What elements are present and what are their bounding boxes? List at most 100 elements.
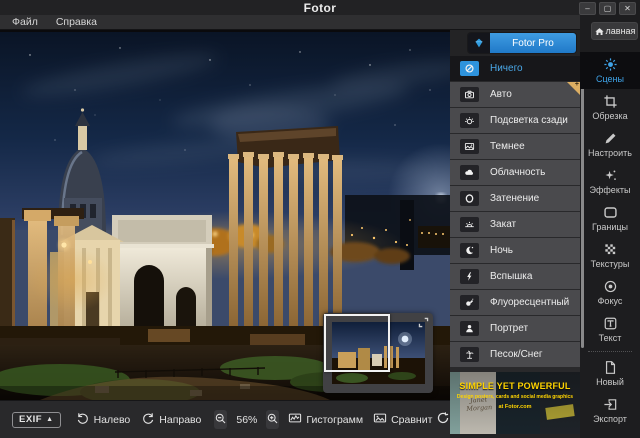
darker-icon bbox=[460, 139, 479, 154]
compare-button[interactable]: Сравнит bbox=[373, 411, 432, 428]
scene-label: Флуоресцентный bbox=[490, 297, 569, 308]
fluorescent-icon bbox=[460, 295, 479, 310]
navigator-resize-icon[interactable] bbox=[417, 316, 430, 329]
borders-icon bbox=[603, 205, 618, 220]
scenes-icon bbox=[603, 57, 618, 72]
text-icon bbox=[603, 316, 618, 331]
home-button[interactable]: лавная bbox=[591, 22, 638, 40]
camera-icon bbox=[460, 87, 479, 102]
tool-item[interactable]: Обрезка bbox=[580, 89, 640, 126]
ad-subline: Design posters, cards and social media g… bbox=[450, 394, 580, 400]
sand-snow-icon bbox=[460, 347, 479, 362]
menu-file[interactable]: Файл bbox=[12, 16, 38, 28]
pro-diamond-icon bbox=[468, 33, 490, 53]
zoom-out-button[interactable] bbox=[214, 410, 227, 429]
tool-label: Настроить bbox=[588, 148, 632, 158]
compare-label: Сравнит bbox=[391, 414, 432, 426]
scene-item[interactable]: Авто+ bbox=[450, 82, 580, 107]
rotate-right-icon bbox=[141, 411, 155, 428]
home-icon bbox=[594, 26, 605, 37]
tool-item[interactable]: Настроить bbox=[580, 126, 640, 163]
portrait-icon bbox=[460, 321, 479, 336]
exif-label: EXIF bbox=[19, 414, 42, 425]
scene-item[interactable]: Облачность bbox=[450, 160, 580, 185]
scene-item[interactable]: Темнее bbox=[450, 134, 580, 159]
scene-label: Портрет bbox=[490, 323, 528, 334]
scene-item[interactable]: Портрет bbox=[450, 316, 580, 341]
fotor-window: Fotor – ▢ ✕ Файл Справка bbox=[0, 0, 640, 438]
scene-item[interactable]: Ничего bbox=[450, 56, 580, 81]
tool-item[interactable]: Текстуры bbox=[580, 237, 640, 274]
tool-item[interactable]: Границы bbox=[580, 200, 640, 237]
pro-row: Fotor Pro bbox=[450, 30, 580, 56]
tool-item[interactable]: Эффекты bbox=[580, 163, 640, 200]
window-controls: – ▢ ✕ bbox=[579, 2, 636, 15]
export-icon bbox=[603, 397, 618, 412]
tool-list: Сцены Обрезка Настроить Эффекты Границы Текст… bbox=[580, 52, 640, 429]
tool-label: Фокус bbox=[598, 296, 623, 306]
ad-site: at Fotor.com bbox=[450, 404, 580, 410]
navigator-panel[interactable] bbox=[323, 313, 433, 393]
menu-bar: Файл Справка bbox=[0, 15, 580, 30]
tool-item[interactable]: Новый bbox=[580, 355, 640, 392]
scene-label: Облачность bbox=[490, 167, 545, 178]
tool-item[interactable]: Текст bbox=[580, 311, 640, 348]
minimize-button[interactable]: – bbox=[579, 2, 596, 15]
tool-item[interactable]: Экспорт bbox=[580, 392, 640, 429]
textures-icon bbox=[603, 242, 618, 257]
crop-icon bbox=[603, 94, 618, 109]
night-icon bbox=[460, 243, 479, 258]
tool-item[interactable]: Фокус bbox=[580, 274, 640, 311]
rotate-left-button[interactable]: Налево bbox=[76, 411, 131, 428]
cloudy-icon bbox=[460, 165, 479, 180]
scene-label: Ничего bbox=[490, 63, 523, 74]
tool-label: Границы bbox=[592, 222, 628, 232]
zoom-in-button[interactable] bbox=[266, 410, 279, 429]
app-title: Fotor bbox=[0, 1, 640, 15]
none-icon bbox=[460, 61, 479, 76]
scene-item[interactable]: Подсветка сзади bbox=[450, 108, 580, 133]
shade-icon bbox=[460, 191, 479, 206]
scene-label: Подсветка сзади bbox=[490, 115, 568, 126]
scene-item[interactable]: Закат bbox=[450, 212, 580, 237]
tool-divider bbox=[588, 351, 632, 352]
exif-button[interactable]: EXIF ▲ bbox=[12, 412, 61, 428]
fotor-pro-button[interactable]: Fotor Pro bbox=[468, 33, 576, 53]
scene-item[interactable]: Ночь bbox=[450, 238, 580, 263]
rotate-right-label: Направо bbox=[159, 414, 201, 426]
scene-item[interactable]: Затенение bbox=[450, 186, 580, 211]
scene-label: Темнее bbox=[490, 141, 525, 152]
navigator-viewport[interactable] bbox=[324, 314, 390, 372]
histogram-button[interactable]: Гистограмм bbox=[288, 411, 363, 428]
tool-label: Обрезка bbox=[592, 111, 627, 121]
tool-label: Новый bbox=[596, 377, 624, 387]
new-icon bbox=[603, 360, 618, 375]
zoom-out-icon bbox=[214, 412, 227, 428]
histogram-icon bbox=[288, 411, 302, 428]
scene-item[interactable]: Вспышка bbox=[450, 264, 580, 289]
tool-label: Текстуры bbox=[591, 259, 630, 269]
rotate-left-icon bbox=[76, 411, 90, 428]
rotate-right-button[interactable]: Направо bbox=[141, 411, 201, 428]
photo-canvas[interactable] bbox=[0, 30, 450, 400]
focus-icon bbox=[603, 279, 618, 294]
maximize-button[interactable]: ▢ bbox=[599, 2, 616, 15]
scene-label: Затенение bbox=[490, 193, 539, 204]
tool-item[interactable]: Сцены bbox=[580, 52, 640, 89]
bottom-toolbar: EXIF ▲ Налево Направо 56% Гистограмм Сра… bbox=[0, 400, 450, 438]
histogram-label: Гистограмм bbox=[306, 414, 363, 426]
zoom-in-icon bbox=[266, 412, 279, 428]
home-label: лавная bbox=[606, 26, 636, 36]
ad-banner[interactable]: Janet Morgan SIMPLE YET POWERFUL Design … bbox=[450, 372, 580, 434]
menu-help[interactable]: Справка bbox=[56, 16, 97, 28]
scene-label: Ночь bbox=[490, 245, 513, 256]
scene-label: Авто bbox=[490, 89, 512, 100]
scene-item[interactable]: Песок/Снег bbox=[450, 342, 580, 367]
close-button[interactable]: ✕ bbox=[619, 2, 636, 15]
scene-list: Ничего Авто+ Подсветка сзади Темнее Облачнос… bbox=[450, 56, 580, 368]
effects-icon bbox=[603, 168, 618, 183]
scene-item[interactable]: Флуоресцентный bbox=[450, 290, 580, 315]
tool-label: Текст bbox=[599, 333, 622, 343]
scene-label: Вспышка bbox=[490, 271, 532, 282]
scene-label: Закат bbox=[490, 219, 516, 230]
